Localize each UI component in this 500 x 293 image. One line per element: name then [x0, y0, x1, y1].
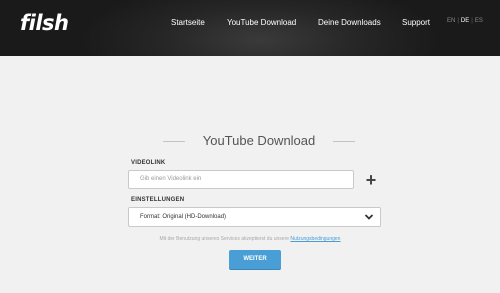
terms-notice: Mit der Benutzung unseres Services akzep… — [0, 236, 500, 242]
form-title-row: YouTube Download — [163, 133, 355, 149]
format-select[interactable]: Format: Original (HD-Download) — [128, 207, 381, 227]
settings-label: EINSTELLUNGEN — [131, 197, 185, 203]
lang-separator: | — [471, 18, 473, 24]
filsh-logo[interactable]: filsh — [20, 11, 69, 35]
lang-es[interactable]: ES — [475, 18, 483, 24]
nav-startseite[interactable]: Startseite — [171, 18, 205, 27]
lang-separator: | — [457, 18, 459, 24]
nav-deine-downloads[interactable]: Deine Downloads — [318, 18, 381, 27]
format-value: Original (HD-Download) — [162, 214, 227, 220]
format-select-value: Format: Original (HD-Download) — [140, 214, 226, 220]
nav-support[interactable]: Support — [402, 18, 430, 27]
lang-en[interactable]: EN — [447, 18, 455, 24]
site-header: filsh Startseite YouTube Download Deine … — [0, 0, 500, 56]
language-switcher: EN | DE | ES — [447, 18, 483, 24]
nav-youtube-download[interactable]: YouTube Download — [227, 18, 296, 27]
weiter-button[interactable]: WEITER — [229, 250, 281, 269]
videolink-label: VIDEOLINK — [131, 160, 166, 166]
chevron-down-icon — [364, 214, 374, 220]
terms-link[interactable]: Nutzungsbedingungen — [290, 236, 340, 242]
videolink-placeholder: Gib einen Videolink ein — [140, 176, 202, 182]
videolink-input[interactable]: Gib einen Videolink ein — [128, 170, 354, 189]
lang-de[interactable]: DE — [461, 18, 469, 24]
title-divider-right — [333, 141, 355, 142]
add-link-icon[interactable]: + — [363, 170, 379, 190]
form-title: YouTube Download — [202, 133, 316, 148]
terms-text: Mit der Benutzung unseres Services akzep… — [159, 236, 290, 242]
format-label: Format: — [140, 214, 161, 220]
